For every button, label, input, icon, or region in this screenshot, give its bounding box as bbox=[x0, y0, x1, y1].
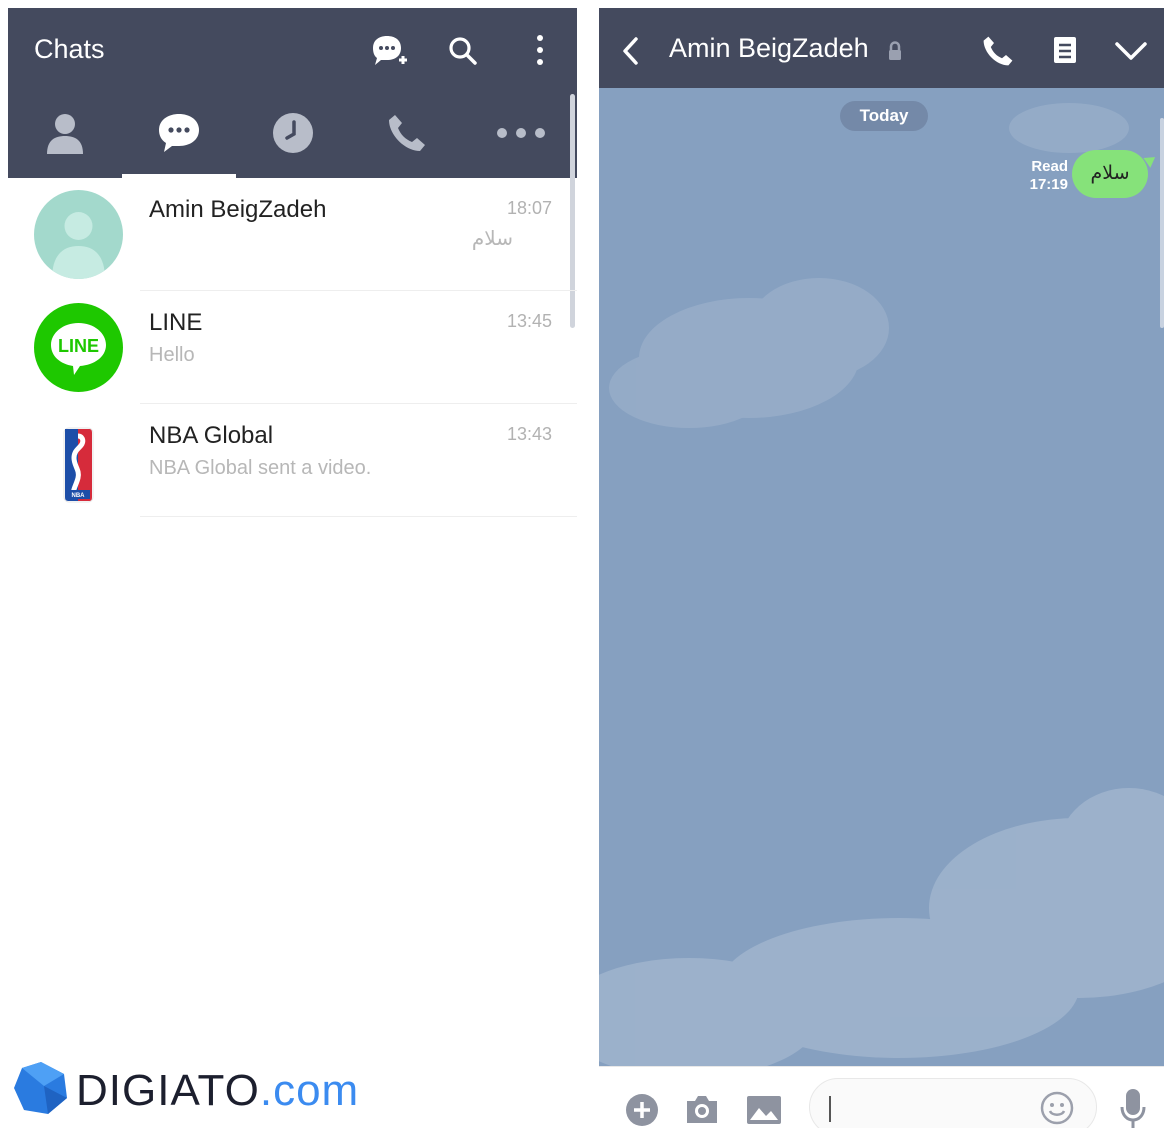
message-input-bar bbox=[599, 1066, 1164, 1128]
search-icon[interactable] bbox=[448, 36, 478, 66]
chat-room-title: Amin BeigZadeh bbox=[669, 33, 869, 63]
watermark-text: DIGIATO.com bbox=[76, 1066, 360, 1115]
more-horizontal-icon bbox=[497, 128, 545, 139]
chat-list: Amin BeigZadeh 18:07 سلام LINE LINE 13:4… bbox=[8, 178, 577, 517]
chevron-down-icon[interactable] bbox=[1114, 40, 1148, 62]
more-vertical-icon[interactable] bbox=[535, 34, 545, 66]
tab-bar bbox=[8, 92, 577, 178]
svg-text:LINE: LINE bbox=[58, 336, 99, 356]
chat-name: NBA Global bbox=[149, 422, 274, 449]
camera-icon[interactable] bbox=[685, 1093, 719, 1125]
chat-time: 13:45 bbox=[506, 311, 552, 331]
read-receipt: Read 17:19 bbox=[1030, 158, 1068, 194]
avatar: NBA bbox=[34, 416, 123, 505]
chat-room-background: Today Read 17:19 سلام bbox=[599, 88, 1164, 1066]
image-icon[interactable] bbox=[746, 1095, 782, 1125]
chat-item-amin[interactable]: Amin BeigZadeh 18:07 سلام bbox=[8, 178, 577, 291]
lock-icon bbox=[889, 41, 901, 60]
emoji-icon[interactable] bbox=[1040, 1091, 1074, 1125]
chat-room-header: Amin BeigZadeh bbox=[599, 8, 1164, 88]
chat-preview: سلام bbox=[471, 228, 513, 250]
digiato-logo-icon bbox=[14, 1062, 67, 1114]
watermark: DIGIATO.com bbox=[12, 1060, 412, 1120]
chat-list-screen: Chats Amin BeigZadeh 18:07 سلام LINE LIN… bbox=[8, 8, 577, 1128]
tab-more[interactable] bbox=[464, 92, 578, 178]
chat-name: LINE bbox=[149, 309, 203, 336]
chat-name: Amin BeigZadeh bbox=[149, 196, 327, 223]
chat-item-line[interactable]: LINE LINE 13:45 Hello bbox=[8, 291, 577, 404]
date-separator: Today bbox=[840, 101, 928, 131]
chat-time: 18:07 bbox=[506, 198, 552, 218]
chats-header: Chats bbox=[8, 8, 577, 92]
message-input[interactable] bbox=[809, 1078, 1097, 1128]
phone-icon[interactable] bbox=[982, 35, 1014, 67]
text-caret bbox=[829, 1096, 831, 1122]
divider bbox=[140, 516, 577, 517]
chat-room-screen: Amin BeigZadeh Today Read 17:19 سلام bbox=[599, 8, 1164, 1128]
avatar: LINE bbox=[34, 303, 123, 392]
chat-preview: NBA Global sent a video. bbox=[149, 457, 372, 479]
person-icon bbox=[47, 114, 83, 155]
cloud-background bbox=[599, 103, 1164, 1066]
microphone-icon[interactable] bbox=[1119, 1087, 1147, 1128]
chat-time: 13:43 bbox=[506, 424, 552, 444]
plus-icon[interactable] bbox=[625, 1093, 659, 1127]
default-avatar-icon bbox=[52, 212, 105, 279]
chat-preview: Hello bbox=[149, 344, 195, 366]
tab-chats[interactable] bbox=[122, 92, 236, 178]
clock-icon bbox=[273, 113, 313, 154]
nba-logo-icon: NBA bbox=[63, 427, 94, 503]
scrollbar[interactable] bbox=[1160, 118, 1164, 328]
read-status: Read bbox=[1031, 158, 1068, 175]
back-icon[interactable] bbox=[621, 36, 639, 66]
phone-icon bbox=[389, 115, 425, 152]
page-title: Chats bbox=[34, 34, 105, 64]
add-chat-icon[interactable] bbox=[369, 34, 409, 70]
tab-friends[interactable] bbox=[8, 92, 122, 178]
chat-item-nba[interactable]: NBA NBA Global 13:43 NBA Global sent a v… bbox=[8, 404, 577, 517]
avatar bbox=[34, 190, 123, 279]
tab-timeline[interactable] bbox=[236, 92, 350, 178]
tab-calls[interactable] bbox=[350, 92, 464, 178]
outgoing-message-bubble[interactable]: سلام bbox=[1072, 150, 1148, 198]
svg-text:NBA: NBA bbox=[72, 493, 86, 499]
notes-icon[interactable] bbox=[1052, 35, 1078, 65]
message-time: 17:19 bbox=[1029, 176, 1068, 193]
line-logo-icon: LINE bbox=[51, 323, 106, 375]
chat-bubble-icon bbox=[159, 114, 199, 153]
